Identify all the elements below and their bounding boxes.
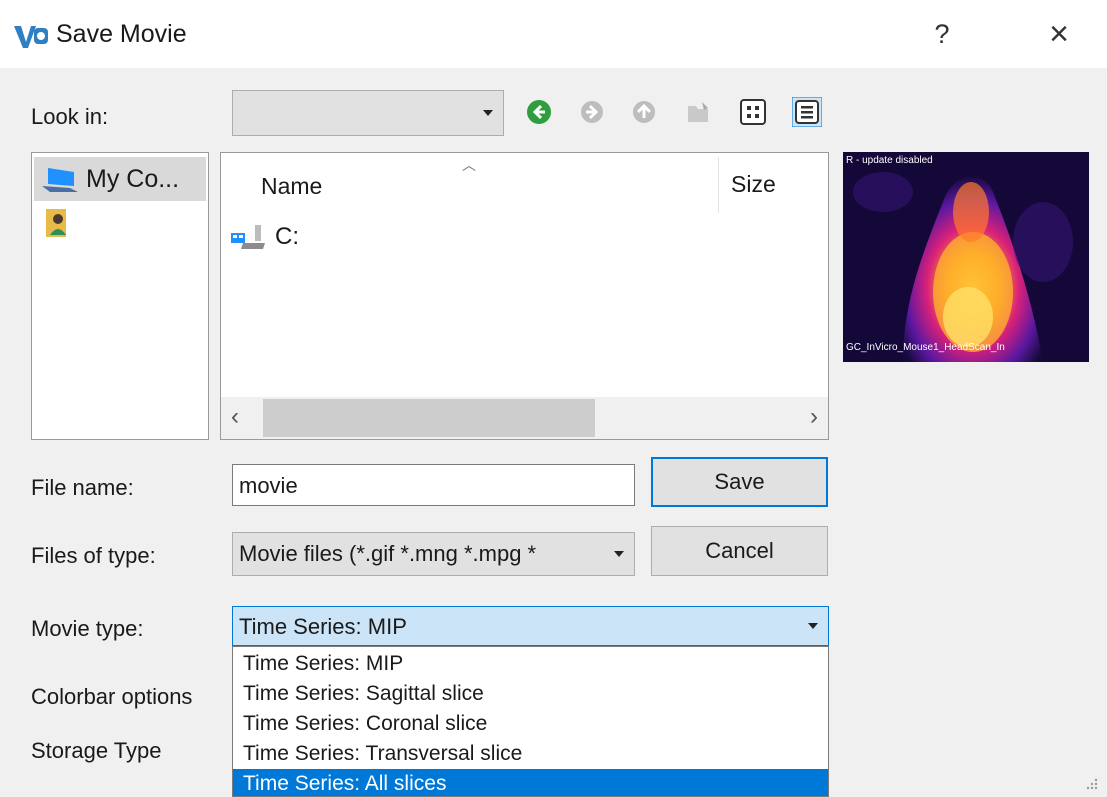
look-in-label: Look in: bbox=[31, 104, 109, 129]
file-name-input[interactable]: movie bbox=[232, 464, 635, 506]
forward-button[interactable] bbox=[578, 98, 606, 126]
scroll-right-icon[interactable]: › bbox=[810, 403, 818, 431]
column-divider[interactable] bbox=[718, 157, 719, 213]
up-button[interactable] bbox=[630, 98, 658, 126]
movie-type-value: Time Series: MIP bbox=[239, 614, 407, 639]
sidebar: My Co... bbox=[31, 152, 209, 440]
file-name-cell: C: bbox=[275, 223, 299, 250]
cancel-button[interactable]: Cancel bbox=[651, 526, 828, 576]
horizontal-scrollbar[interactable]: ‹ › bbox=[221, 397, 828, 439]
chevron-down-icon bbox=[808, 623, 818, 629]
app-logo-icon bbox=[14, 26, 48, 48]
sort-ascending-icon: ︿ bbox=[462, 157, 476, 173]
window-title: Save Movie bbox=[56, 20, 187, 48]
resize-grip-icon[interactable] bbox=[1085, 777, 1099, 791]
preview-status-text: R - update disabled bbox=[846, 155, 933, 166]
column-header-size[interactable]: Size bbox=[731, 171, 776, 198]
new-folder-icon bbox=[688, 102, 708, 122]
help-button[interactable]: ? bbox=[920, 14, 964, 54]
file-name-label: File name: bbox=[31, 475, 134, 500]
dropdown-option[interactable]: Time Series: Sagittal slice bbox=[233, 679, 828, 709]
movie-type-dropdown-list[interactable]: Time Series: MIP Time Series: Sagittal s… bbox=[232, 646, 829, 797]
drive-icon bbox=[231, 225, 265, 249]
preview-file-text: GC_InVicro_Mouse1_HeadScan_In bbox=[846, 342, 1005, 353]
list-view-button[interactable] bbox=[738, 97, 768, 127]
close-button[interactable]: × bbox=[1034, 14, 1084, 54]
files-of-type-combo[interactable]: Movie files (*.gif *.mng *.mpg * bbox=[232, 532, 635, 576]
heat-map-preview bbox=[843, 152, 1089, 362]
computer-icon bbox=[42, 168, 78, 192]
forward-arrow-icon bbox=[581, 101, 603, 123]
back-arrow-icon bbox=[527, 100, 551, 124]
back-button[interactable] bbox=[525, 98, 553, 126]
movie-type-combo[interactable]: Time Series: MIP bbox=[232, 606, 829, 646]
sidebar-item-user[interactable] bbox=[34, 201, 206, 245]
dropdown-option[interactable]: Time Series: Coronal slice bbox=[233, 709, 828, 739]
movie-type-label: Movie type: bbox=[31, 616, 144, 641]
scrollbar-thumb[interactable] bbox=[263, 399, 595, 437]
title-bar: Save Movie ? × bbox=[0, 0, 1107, 68]
user-folder-icon bbox=[46, 209, 66, 237]
save-button[interactable]: Save bbox=[651, 457, 828, 507]
look-in-combo[interactable] bbox=[232, 90, 504, 136]
dropdown-option[interactable]: Time Series: MIP bbox=[233, 649, 828, 679]
up-arrow-icon bbox=[633, 101, 655, 123]
colorbar-options-label: Colorbar options bbox=[31, 684, 193, 709]
file-list[interactable]: ︿ Name Size C: ‹ › bbox=[220, 152, 829, 440]
detail-view-icon bbox=[791, 96, 823, 128]
files-of-type-label: Files of type: bbox=[31, 543, 156, 568]
grid-view-icon bbox=[740, 99, 766, 125]
new-folder-button[interactable] bbox=[684, 98, 712, 126]
sidebar-item-my-computer[interactable]: My Co... bbox=[34, 157, 206, 201]
chevron-down-icon bbox=[614, 551, 624, 557]
dropdown-option[interactable]: Time Series: Transversal slice bbox=[233, 739, 828, 769]
column-header-name[interactable]: Name bbox=[261, 173, 322, 200]
chevron-down-icon bbox=[483, 110, 493, 116]
files-of-type-value: Movie files (*.gif *.mng *.mpg * bbox=[239, 541, 537, 566]
detail-view-button[interactable] bbox=[791, 96, 823, 128]
storage-type-label: Storage Type bbox=[31, 738, 162, 763]
movie-preview-image: R - update disabled GC_InVicro_Mouse1_He… bbox=[843, 152, 1089, 362]
sidebar-item-label: My Co... bbox=[86, 165, 180, 193]
scroll-left-icon[interactable]: ‹ bbox=[231, 403, 239, 431]
dropdown-option-highlighted[interactable]: Time Series: All slices bbox=[233, 769, 828, 796]
